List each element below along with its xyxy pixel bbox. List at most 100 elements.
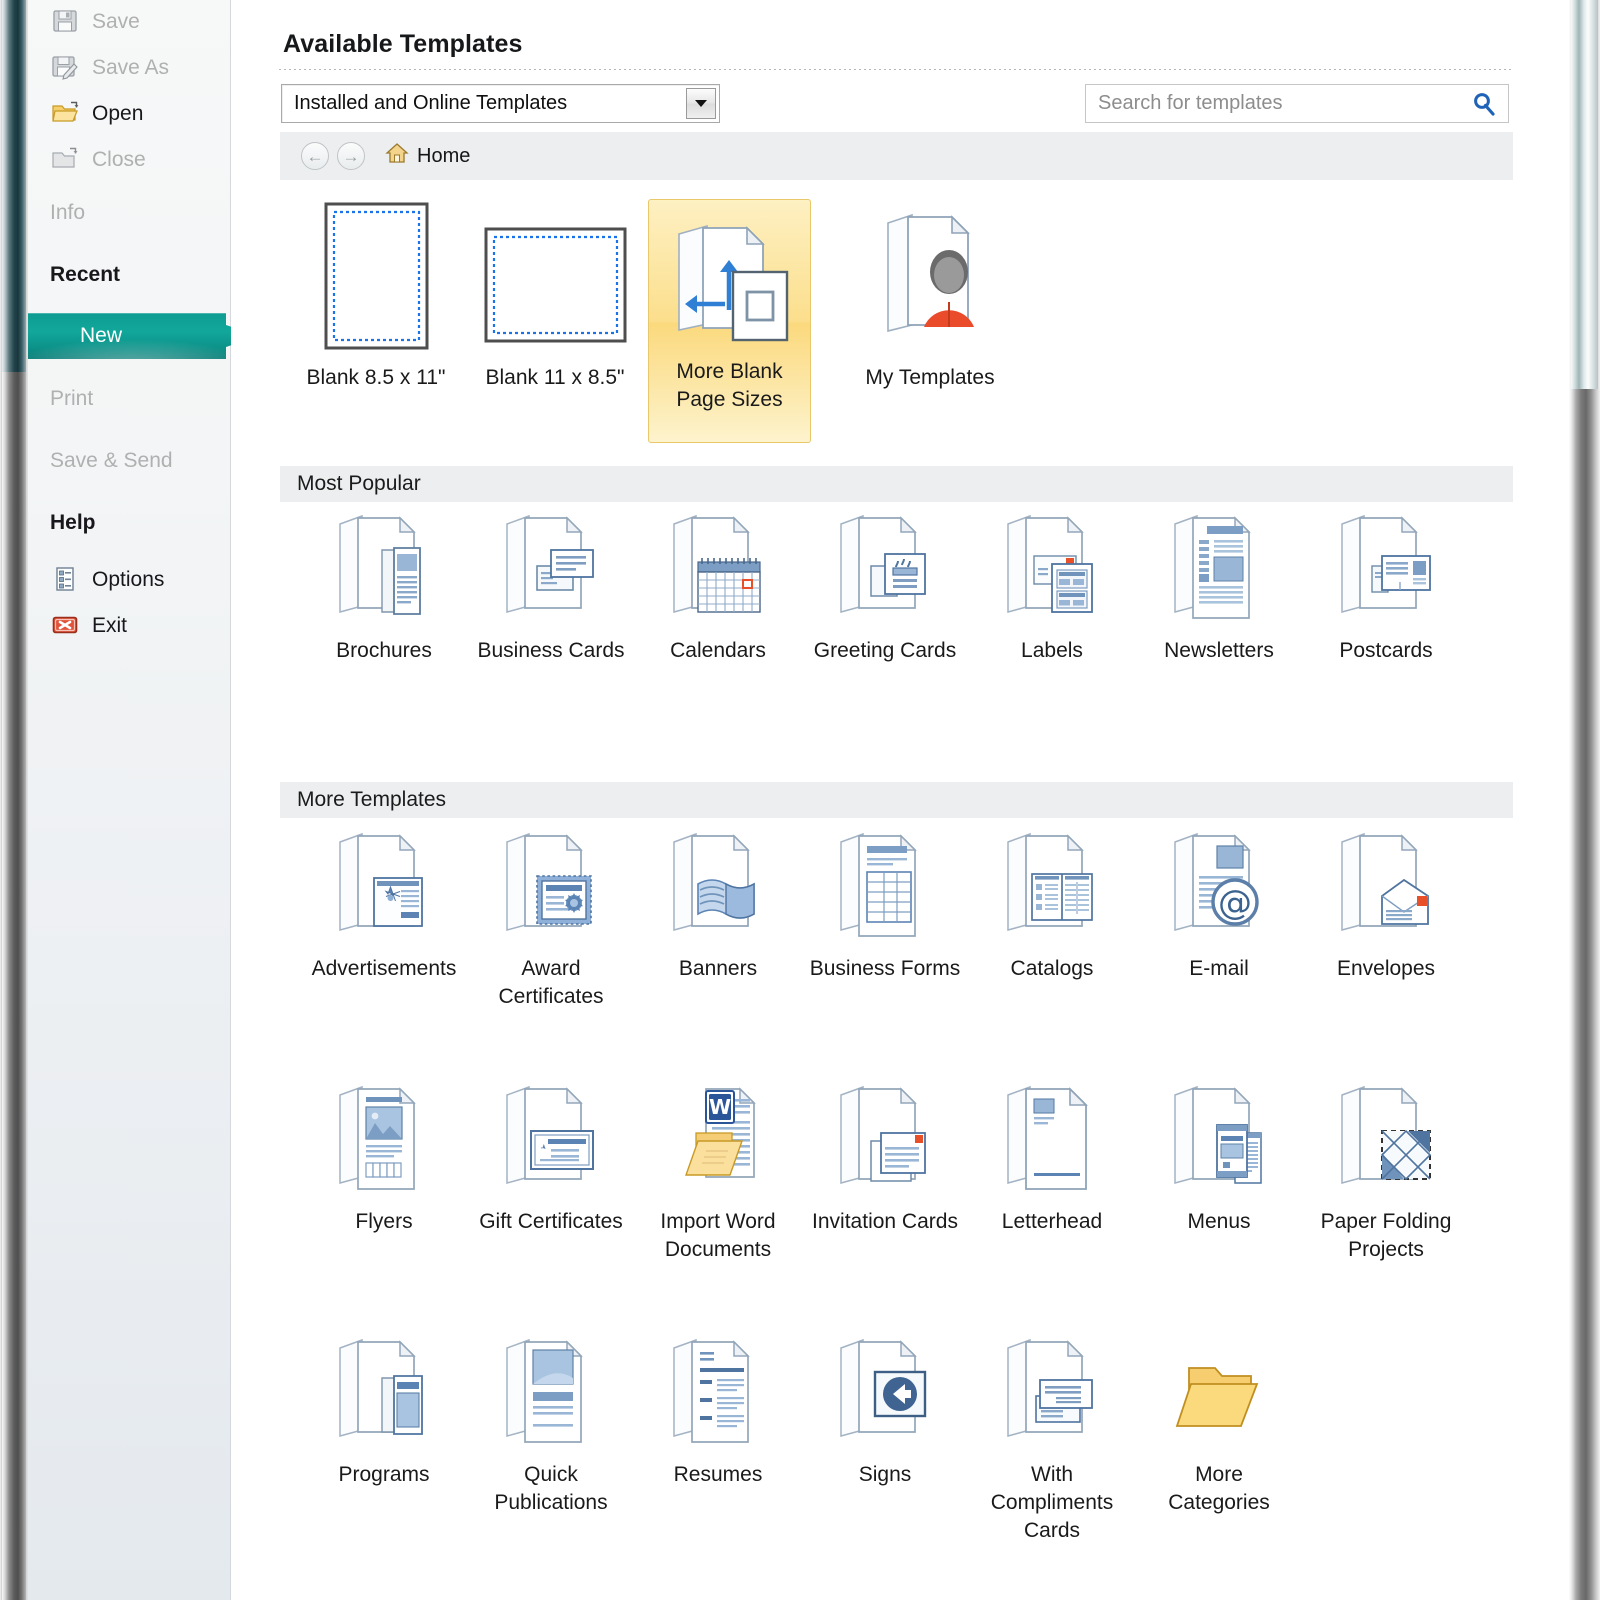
template-cell-label: Labels [1021,639,1083,662]
sidebar-item-label: Help [50,510,96,534]
template-tile-blank-portrait[interactable]: Blank 8.5 x 11" [296,196,456,392]
calendars-icon [630,510,806,626]
sidebar-item-label: Open [92,101,144,125]
template-cell-letterhead[interactable]: Letterhead [964,1081,1140,1236]
search-icon[interactable] [1468,89,1502,119]
template-tile-label: More Blank Page Sizes [676,360,783,411]
template-cell-label: Invitation Cards [812,1210,958,1233]
template-cell-email[interactable]: @ E-mail [1131,828,1307,983]
import-word-documents-icon: W [630,1081,806,1197]
brochures-icon [296,510,472,626]
vertical-scrollbar-thumb[interactable] [1571,0,1598,389]
my-templates-icon [887,213,974,333]
template-cell-label: Brochures [336,639,432,662]
template-tile-my-templates[interactable]: My Templates [830,196,1030,392]
arrow-right-icon[interactable]: → [337,142,365,170]
template-cell-gift-certificates[interactable]: Gift Certificates [463,1081,639,1236]
template-cell-label: More Categories [1168,1463,1270,1514]
outer-left-scrollbar-track[interactable] [2,372,26,1600]
template-cell-newsletters[interactable]: Newsletters [1131,510,1307,665]
backstage-sidebar: Save Save As Open Close Info Recent New … [28,0,259,1600]
template-cell-label: Letterhead [1001,1210,1103,1233]
template-cell-label: Newsletters [1164,639,1274,662]
template-cell-postcards[interactable]: Postcards [1298,510,1474,665]
template-cell-signs[interactable]: Signs [797,1334,973,1489]
gift-certificates-icon [463,1081,639,1197]
catalogs-icon [964,828,1140,944]
template-cell-resumes[interactable]: Resumes [630,1334,806,1489]
template-tile-blank-landscape[interactable]: Blank 11 x 8.5" [475,196,635,392]
template-cell-calendars[interactable]: Calendars [630,510,806,665]
template-tile-more-blank-page-sizes[interactable]: More Blank Page Sizes [648,199,811,443]
sidebar-item-close[interactable]: Close [28,136,231,182]
flyers-icon [296,1081,472,1197]
template-cell-label: Signs [858,1463,912,1486]
template-cell-invitation-cards[interactable]: Invitation Cards [797,1081,973,1236]
sidebar-item-print[interactable]: Print [28,375,231,421]
sidebar-item-open[interactable]: Open [28,90,231,136]
sidebar-item-info[interactable]: Info [28,189,231,235]
section-header-most-popular: Most Popular [280,466,1513,502]
template-cell-label: Award Certificates [498,957,604,1008]
template-cell-quick-publications[interactable]: Quick Publications [463,1334,639,1517]
template-cell-flyers[interactable]: Flyers [296,1081,472,1236]
template-cell-greeting-cards[interactable]: Greeting Cards [797,510,973,665]
postcards-icon [1298,510,1474,626]
search-input[interactable]: Search for templates [1085,84,1509,123]
close-folder-icon [50,145,80,173]
sidebar-item-options[interactable]: Options [28,556,231,602]
sidebar-item-help[interactable]: Help [28,499,231,545]
svg-text:@: @ [1218,883,1252,923]
template-source-value: Installed and Online Templates [294,92,568,114]
programs-icon [296,1334,472,1450]
section-header-more-templates: More Templates [280,782,1513,818]
template-cell-label: Postcards [1339,639,1433,662]
template-cell-business-forms[interactable]: Business Forms [797,828,973,983]
breadcrumb-home[interactable]: Home [385,142,470,170]
save-icon [50,7,80,35]
sidebar-item-exit[interactable]: Exit [28,602,231,648]
sidebar-item-label: Exit [92,613,128,637]
template-cell-import-word-documents[interactable]: W Import Word Documents [630,1081,806,1264]
chevron-down-icon[interactable] [686,88,716,119]
template-cell-advertisements[interactable]: Advertisements [296,828,472,983]
options-icon [50,565,80,593]
template-cell-award-certificates[interactable]: Award Certificates [463,828,639,1011]
template-cell-menus[interactable]: Menus [1131,1081,1307,1236]
template-cell-catalogs[interactable]: Catalogs [964,828,1140,983]
template-cell-brochures[interactable]: Brochures [296,510,472,665]
template-cell-programs[interactable]: Programs [296,1334,472,1489]
more-categories-folder-icon [1131,1334,1307,1450]
sidebar-item-label: Options [92,567,165,591]
sidebar-item-recent[interactable]: Recent [28,251,231,297]
template-cell-label: Flyers [355,1210,413,1233]
template-cell-label: Business Cards [477,639,625,662]
template-source-select[interactable]: Installed and Online Templates [281,84,720,123]
template-cell-with-compliments-cards[interactable]: With Compliments Cards [964,1334,1140,1545]
blank-templates-row: Blank 8.5 x 11" Blank 11 x 8.5" More Bla… [280,196,1513,448]
blank-portrait-page-icon [324,202,428,350]
template-cell-business-cards[interactable]: Business Cards [463,510,639,665]
arrow-left-icon[interactable]: ← [301,142,329,170]
template-cell-more-categories[interactable]: More Categories [1131,1334,1307,1517]
template-cell-label: E-mail [1189,957,1249,980]
vertical-scrollbar[interactable] [1569,0,1600,1600]
outer-left-scrollbar[interactable] [0,0,28,1600]
sidebar-item-new[interactable]: New [28,313,259,359]
template-cell-banners[interactable]: Banners [630,828,806,983]
award-certificates-icon [463,828,639,944]
template-cell-label: Business Forms [809,957,961,980]
greeting-cards-icon [797,510,973,626]
sidebar-item-save[interactable]: Save [28,0,231,44]
sidebar-item-save-and-send[interactable]: Save & Send [28,437,231,483]
template-cell-labels[interactable]: Labels [964,510,1140,665]
template-cell-paper-folding-projects[interactable]: Paper Folding Projects [1298,1081,1474,1264]
open-folder-icon [50,99,80,127]
template-cell-envelopes[interactable]: Envelopes [1298,828,1474,983]
sidebar-item-save-as[interactable]: Save As [28,44,231,90]
quick-publications-icon [463,1334,639,1450]
envelopes-icon [1298,828,1474,944]
paper-folding-projects-icon [1298,1081,1474,1197]
invitation-cards-icon [797,1081,973,1197]
outer-left-scrollbar-thumb[interactable] [2,0,26,372]
